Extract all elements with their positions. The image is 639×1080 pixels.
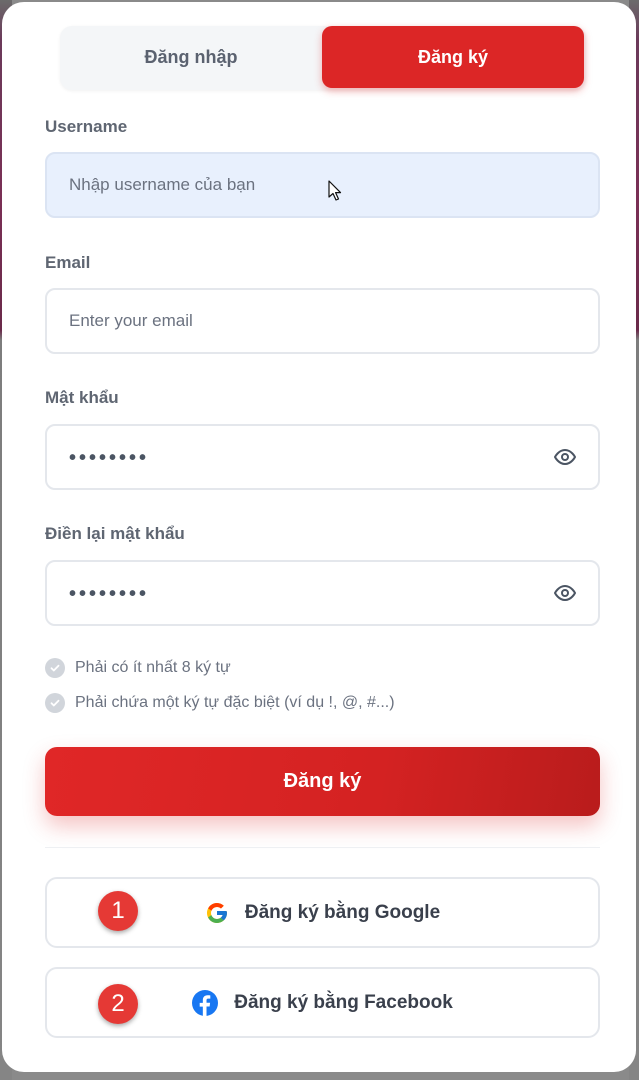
- username-label: Username: [45, 117, 128, 136]
- username-input[interactable]: [45, 152, 600, 218]
- eye-icon[interactable]: [553, 581, 577, 605]
- tab-login[interactable]: Đăng nhập: [60, 26, 322, 88]
- facebook-icon: [192, 989, 219, 1016]
- annotation-badge-1: 1: [98, 891, 138, 931]
- facebook-signup-label: Đăng ký bằng Facebook: [234, 991, 453, 1013]
- divider: [45, 847, 600, 848]
- password-masked-value: ••••••••: [69, 447, 150, 469]
- confirm-password-masked-value: ••••••••: [69, 583, 150, 605]
- tab-signup[interactable]: Đăng ký: [322, 26, 584, 88]
- auth-tabs: Đăng nhập Đăng ký: [60, 26, 586, 90]
- annotation-badge-2: 2: [98, 984, 138, 1024]
- google-icon: [205, 901, 229, 925]
- confirm-password-label: Điền lại mật khẩu: [45, 524, 185, 543]
- google-signup-label: Đăng ký bằng Google: [244, 901, 441, 923]
- rule-text: Phải có ít nhất 8 ký tự: [75, 659, 231, 676]
- auth-card: Đăng nhập Đăng ký Username Email Mật khẩ…: [2, 2, 636, 1072]
- password-rule-length: Phải có ít nhất 8 ký tự: [45, 658, 231, 678]
- email-label: Email: [45, 253, 91, 272]
- password-label: Mật khẩu: [45, 388, 119, 407]
- password-rule-special: Phải chứa một ký tự đặc biệt (ví dụ !, @…: [45, 693, 395, 713]
- email-input[interactable]: [45, 288, 600, 354]
- check-circle-icon: [45, 658, 65, 678]
- mouse-cursor-icon: [328, 180, 342, 207]
- rule-text: Phải chứa một ký tự đặc biệt (ví dụ !, @…: [75, 694, 395, 711]
- eye-icon[interactable]: [553, 445, 577, 469]
- check-circle-icon: [45, 693, 65, 713]
- signup-submit-button[interactable]: Đăng ký: [45, 747, 600, 816]
